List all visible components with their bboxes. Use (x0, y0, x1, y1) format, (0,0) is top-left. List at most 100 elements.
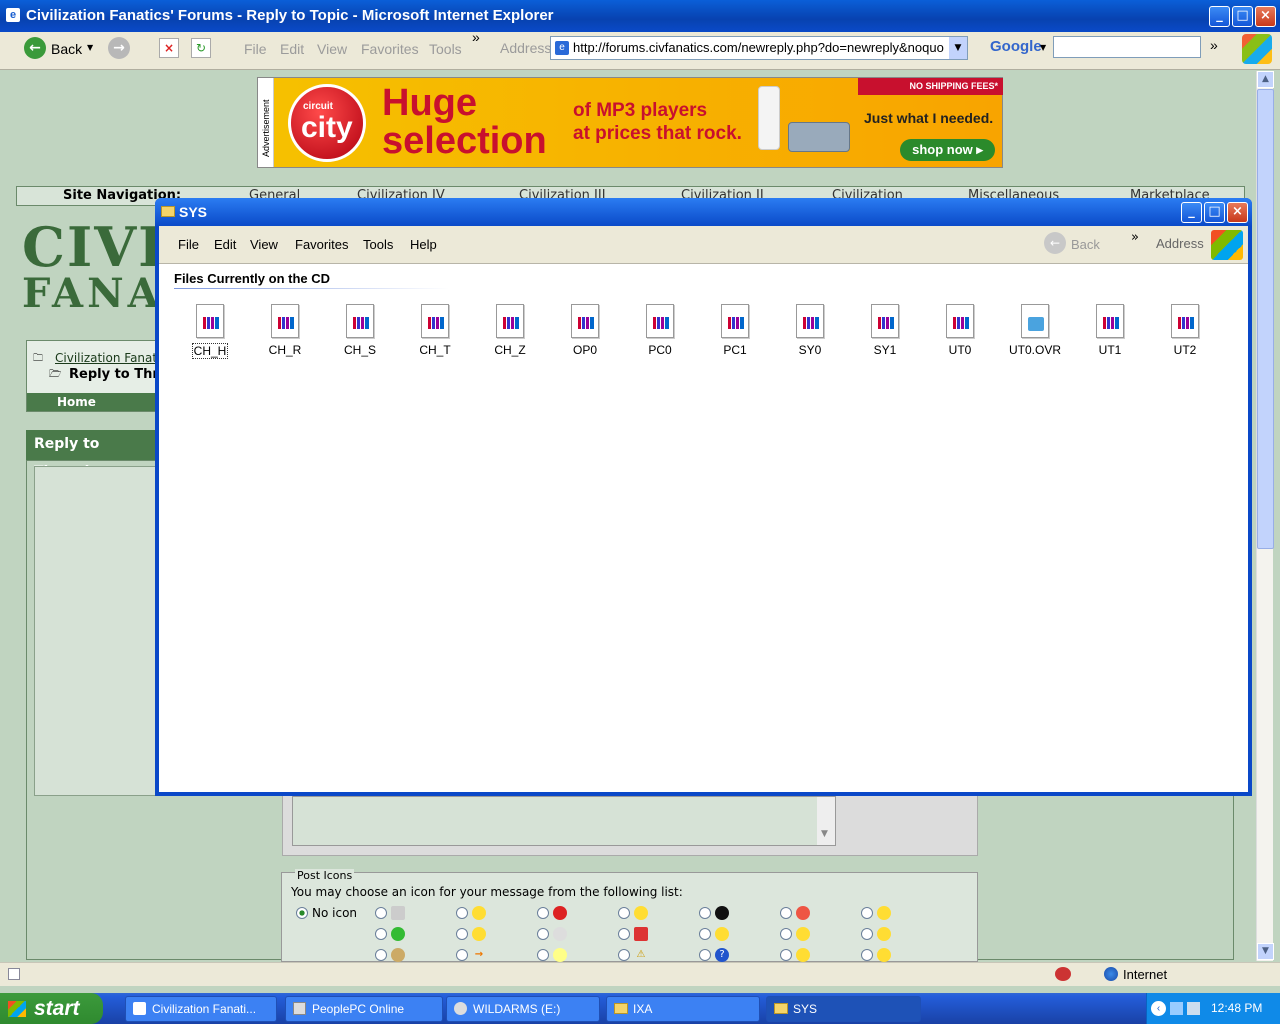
file-item[interactable]: CH_Z (480, 304, 540, 357)
icon-radio[interactable] (537, 949, 549, 961)
stop-icon[interactable]: × (159, 38, 179, 58)
file-item[interactable]: UT0.OVR (1005, 304, 1065, 357)
page-scrollbar[interactable]: ▲ ▼ (1256, 71, 1274, 961)
icon-radio[interactable] (780, 949, 792, 961)
icon-radio[interactable] (375, 907, 387, 919)
file-item[interactable]: SY0 (780, 304, 840, 357)
icon-radio[interactable] (861, 907, 873, 919)
sys-back-arrow-icon[interactable]: ← (1044, 232, 1066, 254)
no-icon-radio[interactable] (296, 907, 308, 919)
minimize-button[interactable]: _ (1209, 6, 1230, 27)
task-wildarms[interactable]: WILDARMS (E:) (446, 996, 600, 1022)
file-icon (571, 304, 599, 338)
sys-back-button[interactable]: Back (1071, 237, 1100, 252)
sys-toolbar-chevron[interactable]: » (1131, 230, 1139, 245)
icon-radio[interactable] (375, 928, 387, 940)
icon-radio[interactable] (537, 907, 549, 919)
google-overflow-chevron[interactable]: » (1210, 37, 1218, 53)
icon-radio[interactable] (861, 949, 873, 961)
back-arrow-icon[interactable]: ← (24, 37, 46, 59)
file-item[interactable]: CH_H (180, 304, 240, 359)
textarea-scroll-down-icon[interactable]: ▼ (821, 829, 828, 839)
refresh-icon[interactable]: ↻ (191, 38, 211, 58)
icon-radio[interactable] (618, 907, 630, 919)
back-button[interactable]: Back (51, 41, 82, 57)
tray-expand-icon[interactable]: ‹ (1151, 1001, 1166, 1016)
file-item[interactable]: OP0 (555, 304, 615, 357)
file-item[interactable]: PC1 (705, 304, 765, 357)
internet-zone-icon (1104, 967, 1118, 981)
breadcrumb-root-link[interactable]: Civilization Fanati (55, 351, 160, 365)
address-dropdown-icon[interactable]: ▼ (949, 37, 967, 59)
sys-menu-edit[interactable]: Edit (214, 237, 236, 252)
task-ixa[interactable]: IXA (606, 996, 760, 1022)
file-name: CH_R (268, 343, 302, 357)
icon-radio[interactable] (537, 928, 549, 940)
sys-menu-favorites[interactable]: Favorites (295, 237, 348, 252)
icon-radio[interactable] (780, 907, 792, 919)
google-dropdown-icon[interactable]: ▼ (1040, 43, 1046, 52)
sys-minimize-button[interactable]: _ (1181, 202, 1202, 223)
network-icon[interactable] (1170, 1002, 1183, 1015)
task-civfanatics[interactable]: Civilization Fanati... (125, 996, 277, 1022)
forward-button[interactable]: → (108, 37, 130, 59)
ad-shop-now-button[interactable]: shop now ▸ (900, 139, 995, 161)
scroll-thumb[interactable] (1257, 89, 1274, 549)
task-peoplepc[interactable]: PeoplePC Online (285, 996, 443, 1022)
message-textarea[interactable]: ▼ (292, 796, 836, 846)
scroll-up-arrow[interactable]: ▲ (1257, 71, 1274, 88)
menu-overflow-chevron[interactable]: » (472, 29, 480, 45)
file-item[interactable]: CH_S (330, 304, 390, 357)
task-sys[interactable]: SYS (766, 996, 921, 1022)
sys-windows-logo-icon (1211, 230, 1243, 260)
sys-menu-help[interactable]: Help (410, 237, 437, 252)
sys-menu-file[interactable]: File (178, 237, 199, 252)
file-item[interactable]: CH_T (405, 304, 465, 357)
home-link[interactable]: Home (57, 395, 96, 409)
ad-headline-1: Huge (382, 82, 477, 124)
ad-banner[interactable]: Advertisement circuit city Huge selectio… (257, 77, 1003, 168)
sys-menu-tools[interactable]: Tools (363, 237, 393, 252)
back-dropdown-icon[interactable]: ▼ (87, 43, 93, 52)
file-item[interactable]: UT0 (930, 304, 990, 357)
file-item[interactable]: UT1 (1080, 304, 1140, 357)
clock[interactable]: 12:48 PM (1211, 993, 1262, 1024)
google-toolbar-logo[interactable]: Google (990, 38, 1042, 55)
icon-radio[interactable] (456, 928, 468, 940)
file-item[interactable]: UT2 (1155, 304, 1215, 357)
icon-radio[interactable] (618, 949, 630, 961)
menu-file[interactable]: File (244, 41, 267, 57)
menu-view[interactable]: View (317, 41, 347, 57)
icon-radio[interactable] (375, 949, 387, 961)
file-icon (496, 304, 524, 338)
menu-edit[interactable]: Edit (280, 41, 304, 57)
popup-blocker-icon[interactable] (1055, 967, 1071, 981)
sys-close-button[interactable]: × (1227, 202, 1248, 223)
icon-radio[interactable] (861, 928, 873, 940)
file-icon (421, 304, 449, 338)
sys-maximize-button[interactable]: □ (1204, 202, 1225, 223)
icon-radio[interactable] (618, 928, 630, 940)
file-item[interactable]: SY1 (855, 304, 915, 357)
icon-radio[interactable] (456, 907, 468, 919)
icon-radio[interactable] (699, 949, 711, 961)
close-button[interactable]: × (1255, 6, 1276, 27)
start-button[interactable]: start (0, 993, 103, 1024)
icon-radio[interactable] (456, 949, 468, 961)
google-search-input[interactable] (1053, 36, 1201, 58)
menu-favorites[interactable]: Favorites (361, 41, 419, 57)
menu-tools[interactable]: Tools (429, 41, 462, 57)
file-item[interactable]: CH_R (255, 304, 315, 357)
sys-menu-view[interactable]: View (250, 237, 278, 252)
icon-radio[interactable] (699, 907, 711, 919)
icon-radio[interactable] (780, 928, 792, 940)
warning-icon: ⚠ (636, 949, 646, 960)
icon-radio[interactable] (699, 928, 711, 940)
file-item[interactable]: PC0 (630, 304, 690, 357)
address-bar[interactable]: e http://forums.civfanatics.com/newreply… (550, 36, 968, 60)
volume-icon[interactable] (1187, 1002, 1200, 1015)
sys-group-header: Files Currently on the CD (174, 271, 331, 286)
scroll-down-arrow[interactable]: ▼ (1257, 943, 1274, 960)
maximize-button[interactable]: □ (1232, 6, 1253, 27)
sys-address-label[interactable]: Address (1156, 236, 1204, 251)
